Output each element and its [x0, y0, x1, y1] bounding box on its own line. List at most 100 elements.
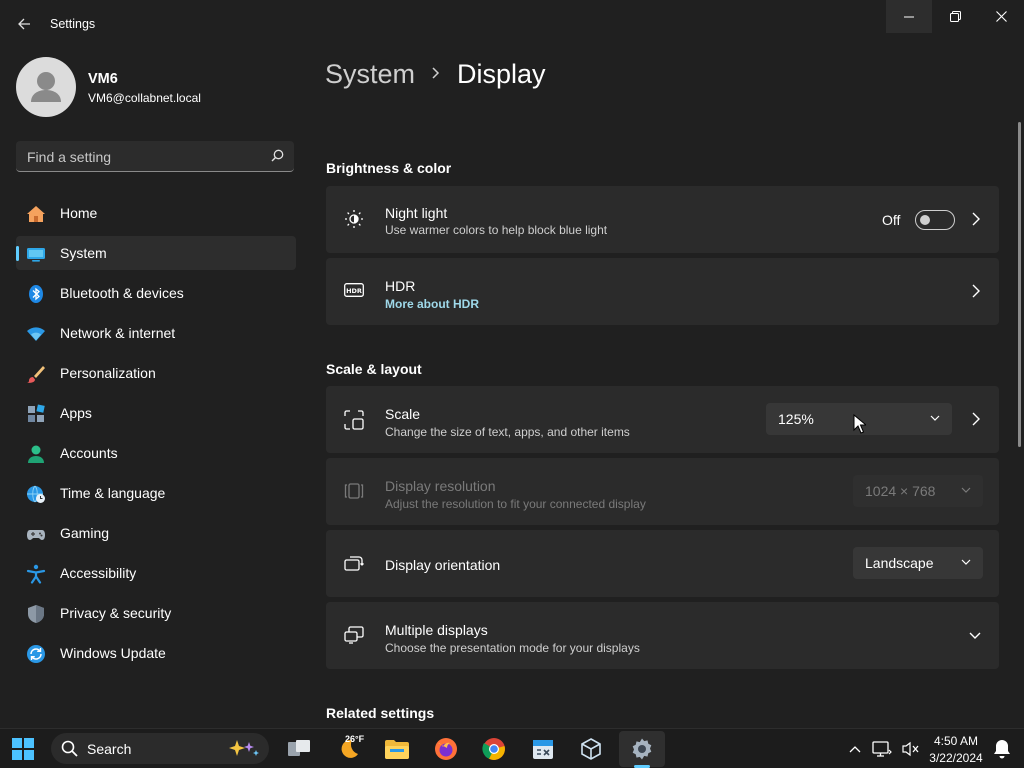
sidebar-item-home[interactable]: Home [16, 196, 296, 230]
system-icon [27, 248, 45, 262]
firefox-button[interactable] [433, 736, 459, 762]
gear-icon [632, 738, 652, 760]
bell-icon [994, 740, 1010, 759]
network-tray-button[interactable] [869, 736, 895, 762]
volume-tray-button[interactable] [898, 736, 924, 762]
night-light-state: Off [882, 212, 901, 228]
display-resolution-subtitle: Adjust the resolution to fit your connec… [385, 497, 646, 511]
sidebar-item-gaming[interactable]: Gaming [16, 516, 296, 550]
sidebar-item-windows-update[interactable]: Windows Update [16, 636, 296, 670]
avatar[interactable] [16, 57, 76, 117]
chevron-right-icon [972, 412, 980, 426]
folder-icon [385, 740, 409, 759]
chrome-button[interactable] [481, 736, 507, 762]
scrollbar-thumb[interactable] [1018, 122, 1021, 447]
clock-date[interactable]: 3/22/2024 [928, 751, 984, 765]
restore-button[interactable] [932, 0, 978, 33]
chevron-right-icon [972, 212, 980, 226]
sidebar-item-label: Gaming [60, 525, 110, 541]
section-title-related: Related settings [326, 705, 435, 721]
close-button[interactable] [978, 0, 1024, 33]
sidebar-item-label: Accounts [60, 445, 118, 461]
breadcrumb-chevron-icon [432, 67, 440, 79]
accessibility-icon [26, 564, 46, 584]
title-bar: Settings [0, 0, 1024, 48]
virtualbox-button[interactable] [578, 736, 604, 762]
taskbar-search[interactable]: Search [51, 733, 269, 764]
hdr-card[interactable]: HDR HDR More about HDR [326, 258, 999, 325]
active-indicator [16, 246, 19, 261]
firefox-icon [435, 738, 457, 760]
sidebar-item-network[interactable]: Network & internet [16, 316, 296, 350]
display-orientation-card[interactable]: Display orientation Landscape [326, 530, 999, 597]
scale-value: 125% [778, 411, 814, 427]
night-light-subtitle: Use warmer colors to help block blue lig… [385, 223, 608, 237]
pinned-app-button[interactable] [530, 736, 556, 762]
user-email: VM6@collabnet.local [88, 91, 201, 105]
bluetooth-icon [29, 285, 43, 303]
chrome-icon [482, 738, 505, 760]
shield-icon [28, 605, 44, 623]
sidebar-item-label: Time & language [60, 485, 166, 501]
sidebar-item-accessibility[interactable]: Accessibility [16, 556, 296, 590]
sidebar-item-privacy[interactable]: Privacy & security [16, 596, 296, 630]
find-setting-search[interactable]: Find a setting [16, 141, 294, 172]
sidebar-item-system[interactable]: System [16, 236, 296, 270]
svg-text:HDR: HDR [346, 287, 362, 295]
globe-clock-icon [27, 485, 45, 503]
resolution-icon [344, 483, 364, 499]
copilot-sparkle-icon [229, 740, 259, 756]
task-view-button[interactable] [286, 736, 312, 762]
sidebar-item-apps[interactable]: Apps [16, 396, 296, 430]
multiple-displays-title: Multiple displays [385, 622, 488, 638]
minimize-icon [904, 16, 914, 17]
taskbar-search-label: Search [87, 741, 132, 757]
apps-icon [28, 404, 45, 422]
night-light-toggle[interactable] [915, 210, 955, 230]
hdr-title: HDR [385, 278, 416, 294]
search-input[interactable]: Find a setting [27, 149, 111, 165]
calendar-app-icon [533, 740, 553, 759]
sidebar-item-time-language[interactable]: Time & language [16, 476, 296, 510]
notifications-button[interactable] [989, 736, 1015, 762]
display-resolution-title: Display resolution [385, 478, 496, 494]
show-hidden-icons-button[interactable] [842, 736, 868, 762]
gamepad-icon [27, 530, 45, 540]
multiple-displays-card[interactable]: Multiple displays Choose the presentatio… [326, 602, 999, 669]
sidebar-item-label: System [60, 245, 107, 261]
chevron-down-icon [969, 632, 981, 639]
minimize-button[interactable] [886, 0, 932, 33]
sidebar-item-bluetooth[interactable]: Bluetooth & devices [16, 276, 296, 310]
sidebar-item-personalization[interactable]: Personalization [16, 356, 296, 390]
start-button[interactable] [10, 736, 36, 762]
cube-icon [581, 738, 601, 760]
scale-card[interactable]: Scale Change the size of text, apps, and… [326, 386, 999, 453]
sidebar-item-accounts[interactable]: Accounts [16, 436, 296, 470]
more-about-hdr-link[interactable]: More about HDR [385, 297, 479, 311]
back-button[interactable] [8, 8, 40, 40]
section-title-brightness: Brightness & color [326, 160, 452, 176]
scale-icon [344, 410, 364, 430]
night-light-card[interactable]: Night light Use warmer colors to help bl… [326, 186, 999, 253]
user-silhouette-icon [31, 72, 61, 102]
wifi-icon [27, 327, 45, 341]
taskbar: Search 26°F 4:50 AM 3/22/2024 [0, 728, 1024, 768]
orientation-dropdown[interactable]: Landscape [853, 547, 983, 579]
section-title-scale-layout: Scale & layout [326, 361, 422, 377]
orientation-value: Landscape [865, 555, 934, 571]
back-arrow-icon [18, 18, 30, 30]
app-title: Settings [50, 17, 96, 31]
orientation-icon [344, 556, 364, 571]
close-icon [995, 11, 1007, 22]
chevron-down-icon [930, 415, 940, 421]
breadcrumb-parent[interactable]: System [325, 59, 415, 90]
home-icon [27, 206, 45, 222]
hdr-icon: HDR [344, 283, 364, 297]
sidebar-item-label: Network & internet [60, 325, 176, 341]
file-explorer-button[interactable] [384, 736, 410, 762]
chevron-down-icon [961, 559, 971, 565]
brush-icon [27, 366, 45, 383]
sidebar-item-label: Home [60, 205, 98, 221]
clock-time[interactable]: 4:50 AM [928, 734, 984, 748]
sidebar-item-label: Apps [60, 405, 92, 421]
